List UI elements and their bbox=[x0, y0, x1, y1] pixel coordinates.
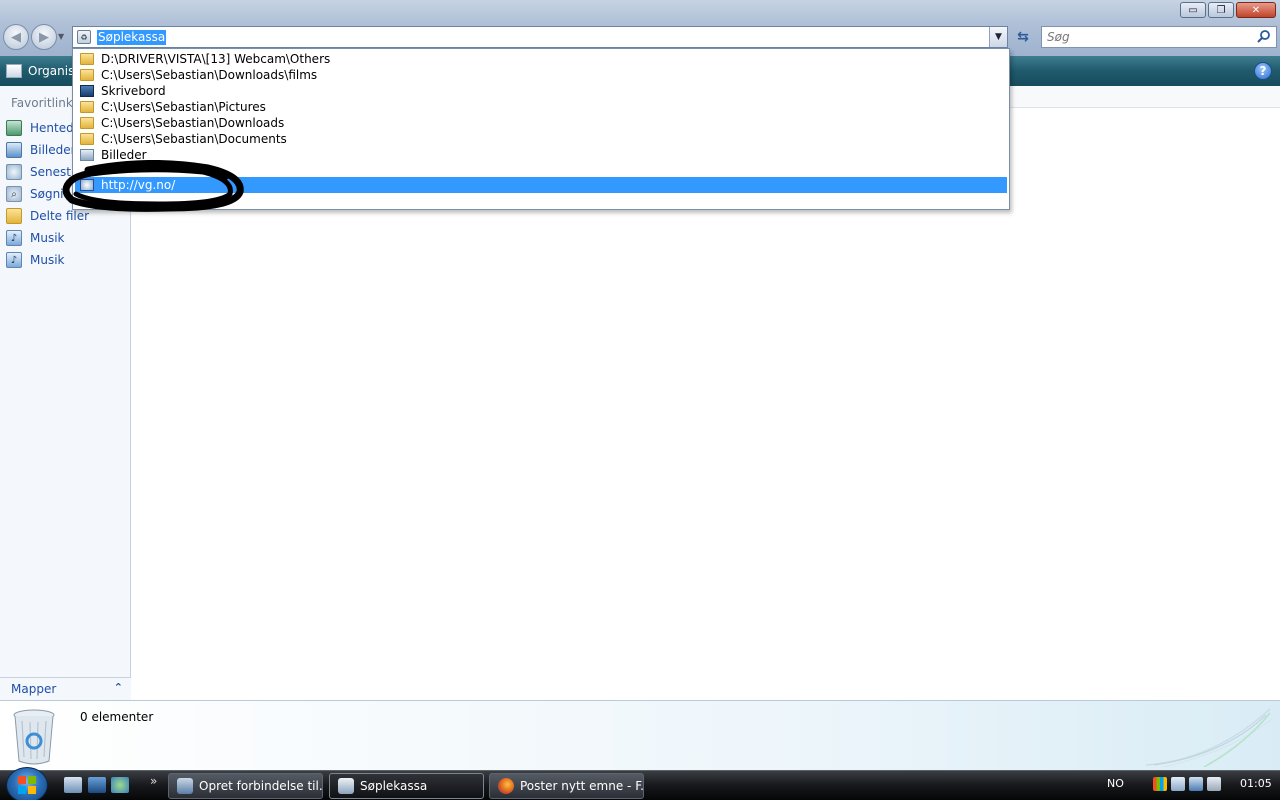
web-page-icon bbox=[80, 179, 94, 191]
back-button[interactable]: ◀ bbox=[3, 24, 29, 50]
recycle-bin-icon bbox=[13, 709, 55, 765]
dropdown-item[interactable]: C:\Users\Sebastian\Pictures bbox=[75, 99, 1007, 115]
windows-update-icon[interactable] bbox=[1153, 777, 1167, 791]
dropdown-item[interactable]: C:\Users\Sebastian\Downloads\films bbox=[75, 67, 1007, 83]
nav-item-label: Senest bbox=[30, 165, 71, 179]
dropdown-item[interactable]: D:\DRIVER\VISTA\[13] Webcam\Others bbox=[75, 51, 1007, 67]
nav-item-label: Søgni bbox=[30, 187, 64, 201]
dropdown-item-label: C:\Users\Sebastian\Downloads\films bbox=[101, 68, 318, 82]
firefox-icon bbox=[498, 778, 514, 794]
start-button[interactable] bbox=[6, 767, 48, 800]
task-label: Opret forbindelse til... bbox=[199, 779, 323, 793]
window-controls: ▭ ❐ ✕ bbox=[1180, 2, 1276, 18]
taskbar: » Opret forbindelse til... Søplekassa Po… bbox=[0, 767, 1280, 800]
help-button[interactable]: ? bbox=[1254, 62, 1272, 80]
search-icon[interactable] bbox=[1256, 29, 1272, 45]
switch-windows-icon[interactable] bbox=[64, 777, 82, 793]
desktop-icon bbox=[80, 85, 94, 97]
nav-item-recent[interactable]: Senest bbox=[6, 162, 71, 182]
windows-logo-icon bbox=[18, 776, 36, 794]
network-icon bbox=[177, 778, 193, 794]
recycle-bin-small-icon: ♻ bbox=[77, 30, 91, 44]
nav-item-label: Musik bbox=[30, 231, 65, 245]
task-label: Søplekassa bbox=[360, 779, 428, 793]
recent-pages-dropdown[interactable]: ▼ bbox=[58, 32, 64, 41]
dropdown-item-label: C:\Users\Sebastian\Downloads bbox=[101, 116, 285, 130]
address-text[interactable]: Søplekassa bbox=[97, 29, 167, 45]
back-arrow-icon: ◀ bbox=[11, 29, 21, 45]
folder-icon bbox=[80, 133, 94, 145]
nav-item-label: Billeder bbox=[30, 143, 76, 157]
address-dropdown-button[interactable]: ▼ bbox=[989, 27, 1007, 47]
music-icon: ♪ bbox=[6, 230, 22, 246]
address-history-dropdown: D:\DRIVER\VISTA\[13] Webcam\Others C:\Us… bbox=[72, 48, 1010, 210]
dropdown-item-label: D:\DRIVER\VISTA\[13] Webcam\Others bbox=[101, 52, 331, 66]
task-recycle-bin[interactable]: Søplekassa bbox=[329, 773, 484, 799]
refresh-button[interactable]: ⇆ bbox=[1012, 26, 1034, 48]
dropdown-item-label: Skrivebord bbox=[101, 84, 166, 98]
network-tray-icon[interactable] bbox=[1189, 777, 1203, 791]
language-indicator[interactable]: NO bbox=[1107, 777, 1124, 790]
forward-button[interactable]: ▶ bbox=[31, 24, 57, 50]
nav-item-label: Delte filer bbox=[30, 209, 90, 223]
dropdown-item[interactable]: Skrivebord bbox=[75, 83, 1007, 99]
show-desktop-icon[interactable] bbox=[88, 777, 106, 793]
clock[interactable]: 01:05 bbox=[1240, 777, 1272, 790]
nav-item-music-2[interactable]: ♪ Musik bbox=[6, 250, 65, 270]
downloads-icon bbox=[6, 120, 22, 136]
organize-button[interactable]: Organis bbox=[2, 60, 74, 82]
dropdown-item-label: C:\Users\Sebastian\Documents bbox=[101, 132, 287, 146]
search-placeholder: Søg bbox=[1047, 30, 1070, 44]
nav-item-music[interactable]: ♪ Musik bbox=[6, 228, 65, 248]
dropdown-item-selected[interactable]: http://vg.no/ bbox=[75, 177, 1007, 193]
folders-toggle[interactable]: Mapper ⌃ bbox=[0, 677, 131, 700]
task-connect[interactable]: Opret forbindelse til... bbox=[168, 773, 323, 799]
dropdown-item-label: Billeder bbox=[101, 148, 147, 162]
task-label: Poster nytt emne - F... bbox=[520, 779, 644, 793]
volume-icon[interactable] bbox=[1207, 777, 1221, 791]
messenger-icon[interactable] bbox=[111, 777, 129, 793]
decorative-swoosh bbox=[1145, 708, 1273, 767]
folder-icon bbox=[80, 101, 94, 113]
close-button[interactable]: ✕ bbox=[1236, 2, 1276, 18]
folder-icon bbox=[6, 208, 22, 224]
organize-icon bbox=[6, 64, 22, 78]
pictures-icon bbox=[6, 142, 22, 158]
minimize-button[interactable]: ▭ bbox=[1180, 2, 1206, 18]
nav-item-label: Musik bbox=[30, 253, 65, 267]
dropdown-item-label: C:\Users\Sebastian\Pictures bbox=[101, 100, 266, 114]
folder-icon bbox=[80, 117, 94, 129]
organize-label: Organis bbox=[28, 64, 75, 78]
dropdown-item[interactable]: C:\Users\Sebastian\Downloads bbox=[75, 115, 1007, 131]
refresh-icon: ⇆ bbox=[1017, 29, 1029, 45]
maximize-button[interactable]: ❐ bbox=[1208, 2, 1234, 18]
address-bar[interactable]: ♻ Søplekassa ▼ bbox=[72, 26, 1008, 48]
details-pane: 0 elementer bbox=[0, 700, 1280, 770]
folder-icon bbox=[80, 53, 94, 65]
chevron-up-icon: ⌃ bbox=[113, 681, 123, 694]
dropdown-item[interactable]: Billeder bbox=[75, 147, 1007, 163]
dropdown-item[interactable]: C:\Users\Sebastian\Documents bbox=[75, 131, 1007, 147]
music-icon: ♪ bbox=[6, 252, 22, 268]
searches-icon: ⌕ bbox=[6, 186, 22, 202]
forward-arrow-icon: ▶ bbox=[39, 29, 49, 45]
task-firefox[interactable]: Poster nytt emne - F... bbox=[489, 773, 644, 799]
system-tray bbox=[1153, 777, 1221, 793]
search-box[interactable]: Søg bbox=[1041, 26, 1277, 48]
pictures-icon bbox=[80, 149, 94, 161]
nav-item-downloads[interactable]: Hentede bbox=[6, 118, 81, 138]
power-icon[interactable] bbox=[1171, 777, 1185, 791]
folders-label: Mapper bbox=[11, 682, 57, 696]
dropdown-item-label: http://vg.no/ bbox=[101, 178, 176, 192]
nav-item-pictures[interactable]: Billeder bbox=[6, 140, 76, 160]
recycle-bin-icon bbox=[338, 778, 354, 794]
recent-icon bbox=[6, 164, 22, 180]
folder-icon bbox=[80, 69, 94, 81]
favorites-title: Favoritlinks bbox=[11, 96, 80, 110]
quick-launch-more[interactable]: » bbox=[150, 774, 157, 788]
item-count: 0 elementer bbox=[80, 710, 154, 724]
nav-item-searches[interactable]: ⌕ Søgni bbox=[6, 184, 64, 204]
